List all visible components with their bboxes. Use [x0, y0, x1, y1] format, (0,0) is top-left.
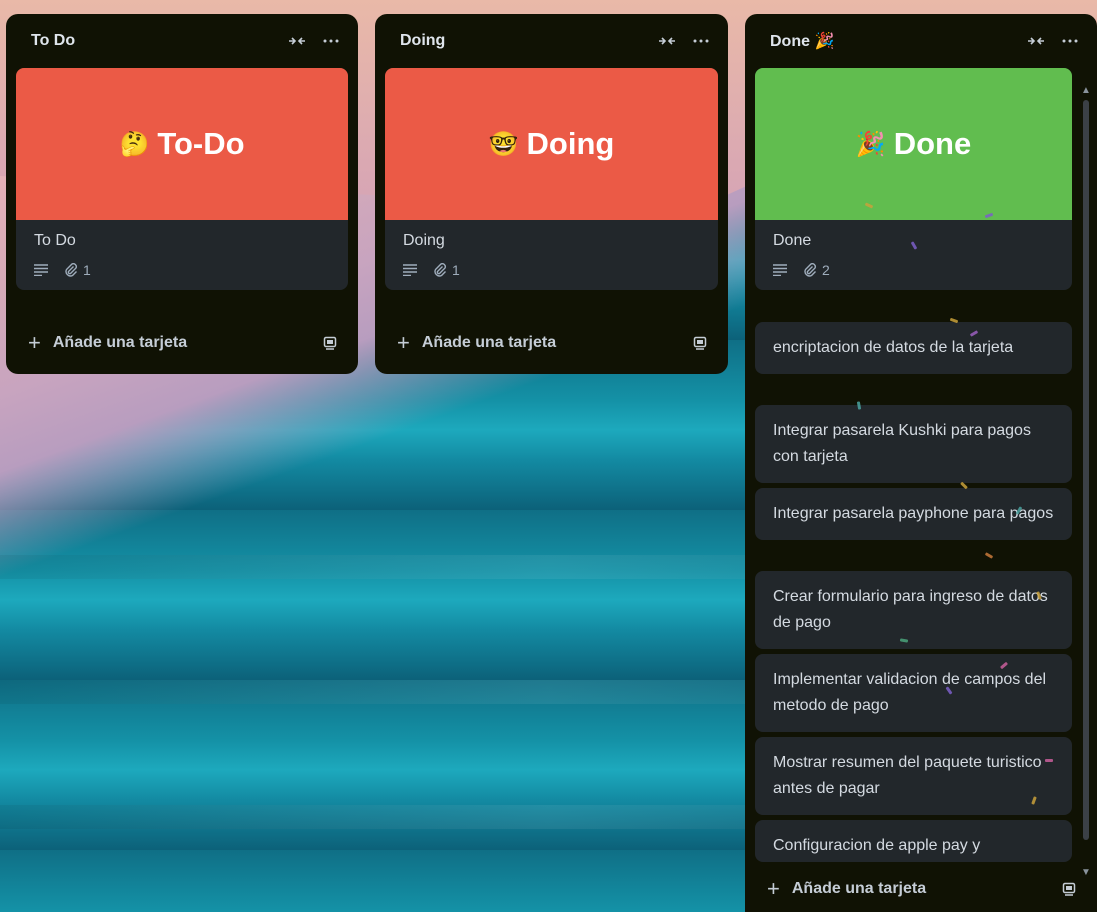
- add-card-label: Añade una tarjeta: [421, 334, 557, 351]
- more-icon[interactable]: [318, 28, 344, 54]
- card-item[interactable]: Mostrar resumen del paquete turistico an…: [755, 737, 1072, 815]
- list-scrollbar[interactable]: ▲ ▼: [1081, 86, 1091, 878]
- list-title[interactable]: Doing: [400, 32, 646, 50]
- add-card-label: Añade una tarjeta: [52, 334, 188, 351]
- card[interactable]: 🤔 To-Do To Do 1: [16, 68, 348, 290]
- card-cover: 🤔 To-Do: [16, 68, 348, 220]
- paperclip-icon: [804, 263, 816, 277]
- paperclip-icon: [434, 263, 446, 277]
- description-icon: [773, 264, 787, 276]
- attachment-badge: 2: [803, 262, 830, 278]
- list-header[interactable]: To Do: [6, 14, 358, 68]
- template-icon[interactable]: [322, 335, 338, 351]
- plus-icon: +: [767, 876, 780, 901]
- list-title[interactable]: To Do: [31, 32, 276, 50]
- card-item[interactable]: Integrar pasarela Kushki para pagos con …: [755, 405, 1072, 483]
- card-cover: 🎉 Done: [755, 68, 1072, 220]
- add-card-button[interactable]: + Añade una tarjeta: [375, 326, 728, 360]
- list-done: Done 🎉 🎉 Done Done 2 encriptacion de dat…: [745, 14, 1097, 912]
- card-cover: 🤓 Doing: [385, 68, 718, 220]
- attachment-count: 2: [822, 262, 830, 278]
- confetti-piece: [856, 401, 862, 410]
- card[interactable]: 🎉 Done Done 2: [755, 68, 1072, 290]
- list-to-do: To Do 🤔 To-Do To Do 1 + Añade una tarjet…: [6, 14, 358, 374]
- scrollbar-thumb[interactable]: [1083, 100, 1089, 840]
- attachment-badge: 1: [64, 262, 91, 278]
- paperclip-icon: [65, 263, 77, 277]
- template-icon[interactable]: [692, 335, 708, 351]
- plus-icon: +: [397, 330, 410, 355]
- collapse-icon[interactable]: [1023, 28, 1049, 54]
- card-item[interactable]: Integrar pasarela payphone para pagos: [755, 488, 1072, 540]
- list-title[interactable]: Done 🎉: [770, 31, 1015, 51]
- confetti-piece: [1045, 759, 1053, 762]
- confetti-piece: [984, 552, 994, 559]
- more-icon[interactable]: [1057, 28, 1083, 54]
- card-item[interactable]: encriptacion de datos de la tarjeta: [755, 322, 1072, 374]
- attachment-badge: 1: [433, 262, 460, 278]
- description-icon: [34, 264, 48, 276]
- plus-icon: +: [28, 330, 41, 355]
- list-header[interactable]: Doing: [375, 14, 728, 68]
- list-doing: Doing 🤓 Doing Doing 1 + Añade una tarjet…: [375, 14, 728, 374]
- cover-text: Done: [893, 126, 972, 161]
- add-card-button[interactable]: + Añade una tarjeta: [745, 872, 1097, 906]
- list-header[interactable]: Done 🎉: [745, 14, 1097, 68]
- scroll-up-icon[interactable]: ▲: [1081, 86, 1091, 96]
- card[interactable]: 🤓 Doing Doing 1: [385, 68, 718, 290]
- thinking-face-icon: 🤔: [119, 130, 150, 158]
- attachment-count: 1: [83, 262, 91, 278]
- more-icon[interactable]: [688, 28, 714, 54]
- add-card-label: Añade una tarjeta: [791, 880, 927, 897]
- cover-text: Doing: [526, 126, 615, 161]
- party-popper-icon: 🎉: [855, 130, 886, 158]
- attachment-count: 1: [452, 262, 460, 278]
- collapse-icon[interactable]: [284, 28, 310, 54]
- add-card-button[interactable]: + Añade una tarjeta: [6, 326, 358, 360]
- card-item[interactable]: Configuracion de apple pay y: [755, 820, 1072, 862]
- card-item[interactable]: Implementar validacion de campos del met…: [755, 654, 1072, 732]
- template-icon[interactable]: [1061, 881, 1077, 897]
- collapse-icon[interactable]: [654, 28, 680, 54]
- card-title: Doing: [403, 232, 445, 249]
- card-item[interactable]: Crear formulario para ingreso de datos d…: [755, 571, 1072, 649]
- cover-text: To-Do: [157, 126, 245, 161]
- nerd-face-icon: 🤓: [488, 130, 519, 158]
- card-title: To Do: [34, 232, 76, 249]
- description-icon: [403, 264, 417, 276]
